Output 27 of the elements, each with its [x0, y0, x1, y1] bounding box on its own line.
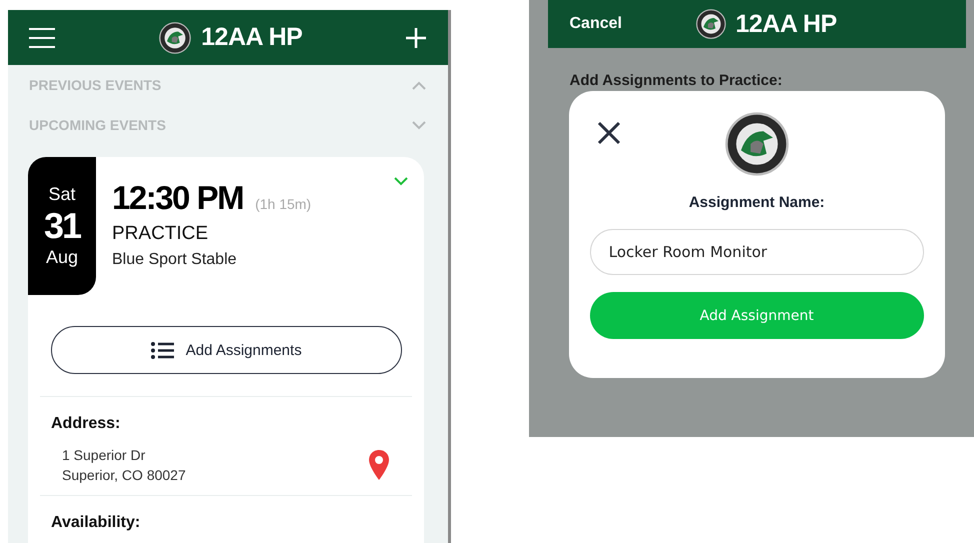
- address-label: Address:: [50, 414, 122, 433]
- event-time: 12:30 PM: [112, 179, 244, 217]
- month: Aug: [46, 247, 78, 268]
- event-location: Blue Sport Stable: [112, 251, 238, 269]
- address-text: 1 Superior Dr Superior, CO 80027: [62, 446, 186, 485]
- field-label: Assignment Name:: [688, 194, 825, 211]
- chevron-down-icon[interactable]: [394, 177, 408, 186]
- team-logo-icon: [696, 9, 726, 39]
- team-logo-icon: [159, 22, 192, 54]
- weekday: Sat: [48, 184, 76, 205]
- map-pin-icon[interactable]: [368, 449, 390, 481]
- event-type: PRACTICE: [112, 223, 210, 245]
- availability-label: Availability:: [50, 513, 142, 532]
- team-title: 12AA HP: [201, 23, 302, 52]
- plus-icon[interactable]: [405, 26, 428, 48]
- page-heading: Add Assignments to Practice:: [570, 72, 784, 89]
- close-button[interactable]: [596, 121, 620, 145]
- event-duration: (1h 15m): [255, 196, 312, 212]
- list-icon: [150, 342, 174, 358]
- menu-icon[interactable]: [28, 26, 56, 48]
- team-logo-icon: [724, 112, 789, 176]
- add-assignments-button[interactable]: Add Assignments: [51, 326, 402, 374]
- team-title: 12AA HP: [736, 10, 837, 38]
- cancel-button[interactable]: Cancel: [570, 15, 696, 33]
- assignment-name-field[interactable]: Locker Room Monitor: [590, 229, 924, 275]
- close-icon: [596, 121, 620, 145]
- day-number: 31: [44, 207, 80, 245]
